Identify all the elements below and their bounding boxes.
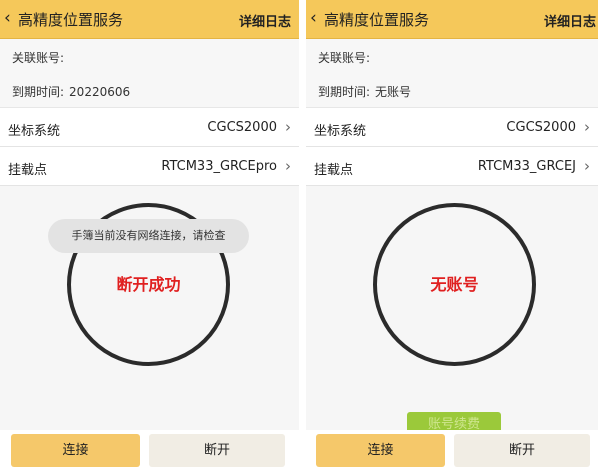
connect-button[interactable]: 连接 [11, 434, 140, 467]
screen-divider [299, 0, 306, 473]
mount-point-row[interactable]: 挂载点 RTCM33_GRCEJ › [306, 147, 598, 186]
expiry-label: 到期时间: [12, 85, 65, 99]
chevron-right-icon: › [584, 118, 590, 136]
coordinate-system-value: CGCS2000 [506, 120, 576, 135]
account-label: 关联账号: [12, 51, 65, 65]
coordinate-system-row[interactable]: 坐标系统 CGCS2000 › [306, 108, 598, 147]
expiry-value: 20220606 [69, 85, 131, 99]
mount-point-label: 挂载点 [8, 163, 48, 178]
right-screen: ‹ 高精度位置服务 详细日志 关联账号: 到期时间: 无账号 坐标系统 CGCS2… [306, 0, 598, 473]
page-title: 高精度位置服务 [18, 11, 124, 29]
status-text: 无账号 [430, 275, 479, 294]
mount-point-value: RTCM33_GRCEJ [477, 159, 576, 174]
mount-point-row[interactable]: 挂载点 RTCM33_GRCEpro › [0, 147, 299, 186]
expiry-row: 到期时间: 无账号 [318, 83, 411, 100]
bottom-button-bar: 连接 断开 [0, 430, 299, 473]
account-info-panel: 关联账号: 到期时间: 无账号 [306, 39, 598, 108]
account-info-panel: 关联账号: 到期时间: 20220606 [0, 39, 299, 108]
bottom-button-bar: 连接 断开 [306, 430, 598, 473]
left-screen: ‹ 高精度位置服务 详细日志 关联账号: 到期时间: 20220606 坐标系统 … [0, 0, 299, 473]
network-toast: 手簿当前没有网络连接，请检查 [48, 219, 249, 253]
chevron-right-icon: › [584, 157, 590, 175]
disconnect-button[interactable]: 断开 [149, 434, 285, 467]
coordinate-system-value: CGCS2000 [207, 120, 277, 135]
account-row: 关联账号: [318, 49, 375, 66]
back-chevron-icon[interactable]: ‹ [4, 8, 11, 28]
status-circle: 无账号 [373, 203, 536, 366]
disconnect-button[interactable]: 断开 [454, 434, 590, 467]
coordinate-system-label: 坐标系统 [314, 124, 367, 139]
detail-log-button[interactable]: 详细日志 [239, 11, 291, 30]
chevron-right-icon: › [285, 118, 291, 136]
account-row: 关联账号: [12, 49, 69, 66]
coordinate-system-label: 坐标系统 [8, 124, 61, 139]
connect-button[interactable]: 连接 [316, 434, 445, 467]
page-title: 高精度位置服务 [324, 11, 430, 29]
expiry-value: 无账号 [375, 85, 412, 99]
expiry-row: 到期时间: 20220606 [12, 83, 130, 100]
mount-point-label: 挂载点 [314, 163, 354, 178]
top-bar: ‹ 高精度位置服务 详细日志 [306, 0, 598, 39]
status-text: 断开成功 [116, 275, 181, 294]
coordinate-system-row[interactable]: 坐标系统 CGCS2000 › [0, 108, 299, 147]
mount-point-value: RTCM33_GRCEpro [161, 159, 277, 174]
detail-log-button[interactable]: 详细日志 [544, 11, 596, 30]
back-chevron-icon[interactable]: ‹ [310, 8, 317, 28]
chevron-right-icon: › [285, 157, 291, 175]
top-bar: ‹ 高精度位置服务 详细日志 [0, 0, 299, 39]
expiry-label: 到期时间: [318, 85, 371, 99]
account-label: 关联账号: [318, 51, 371, 65]
